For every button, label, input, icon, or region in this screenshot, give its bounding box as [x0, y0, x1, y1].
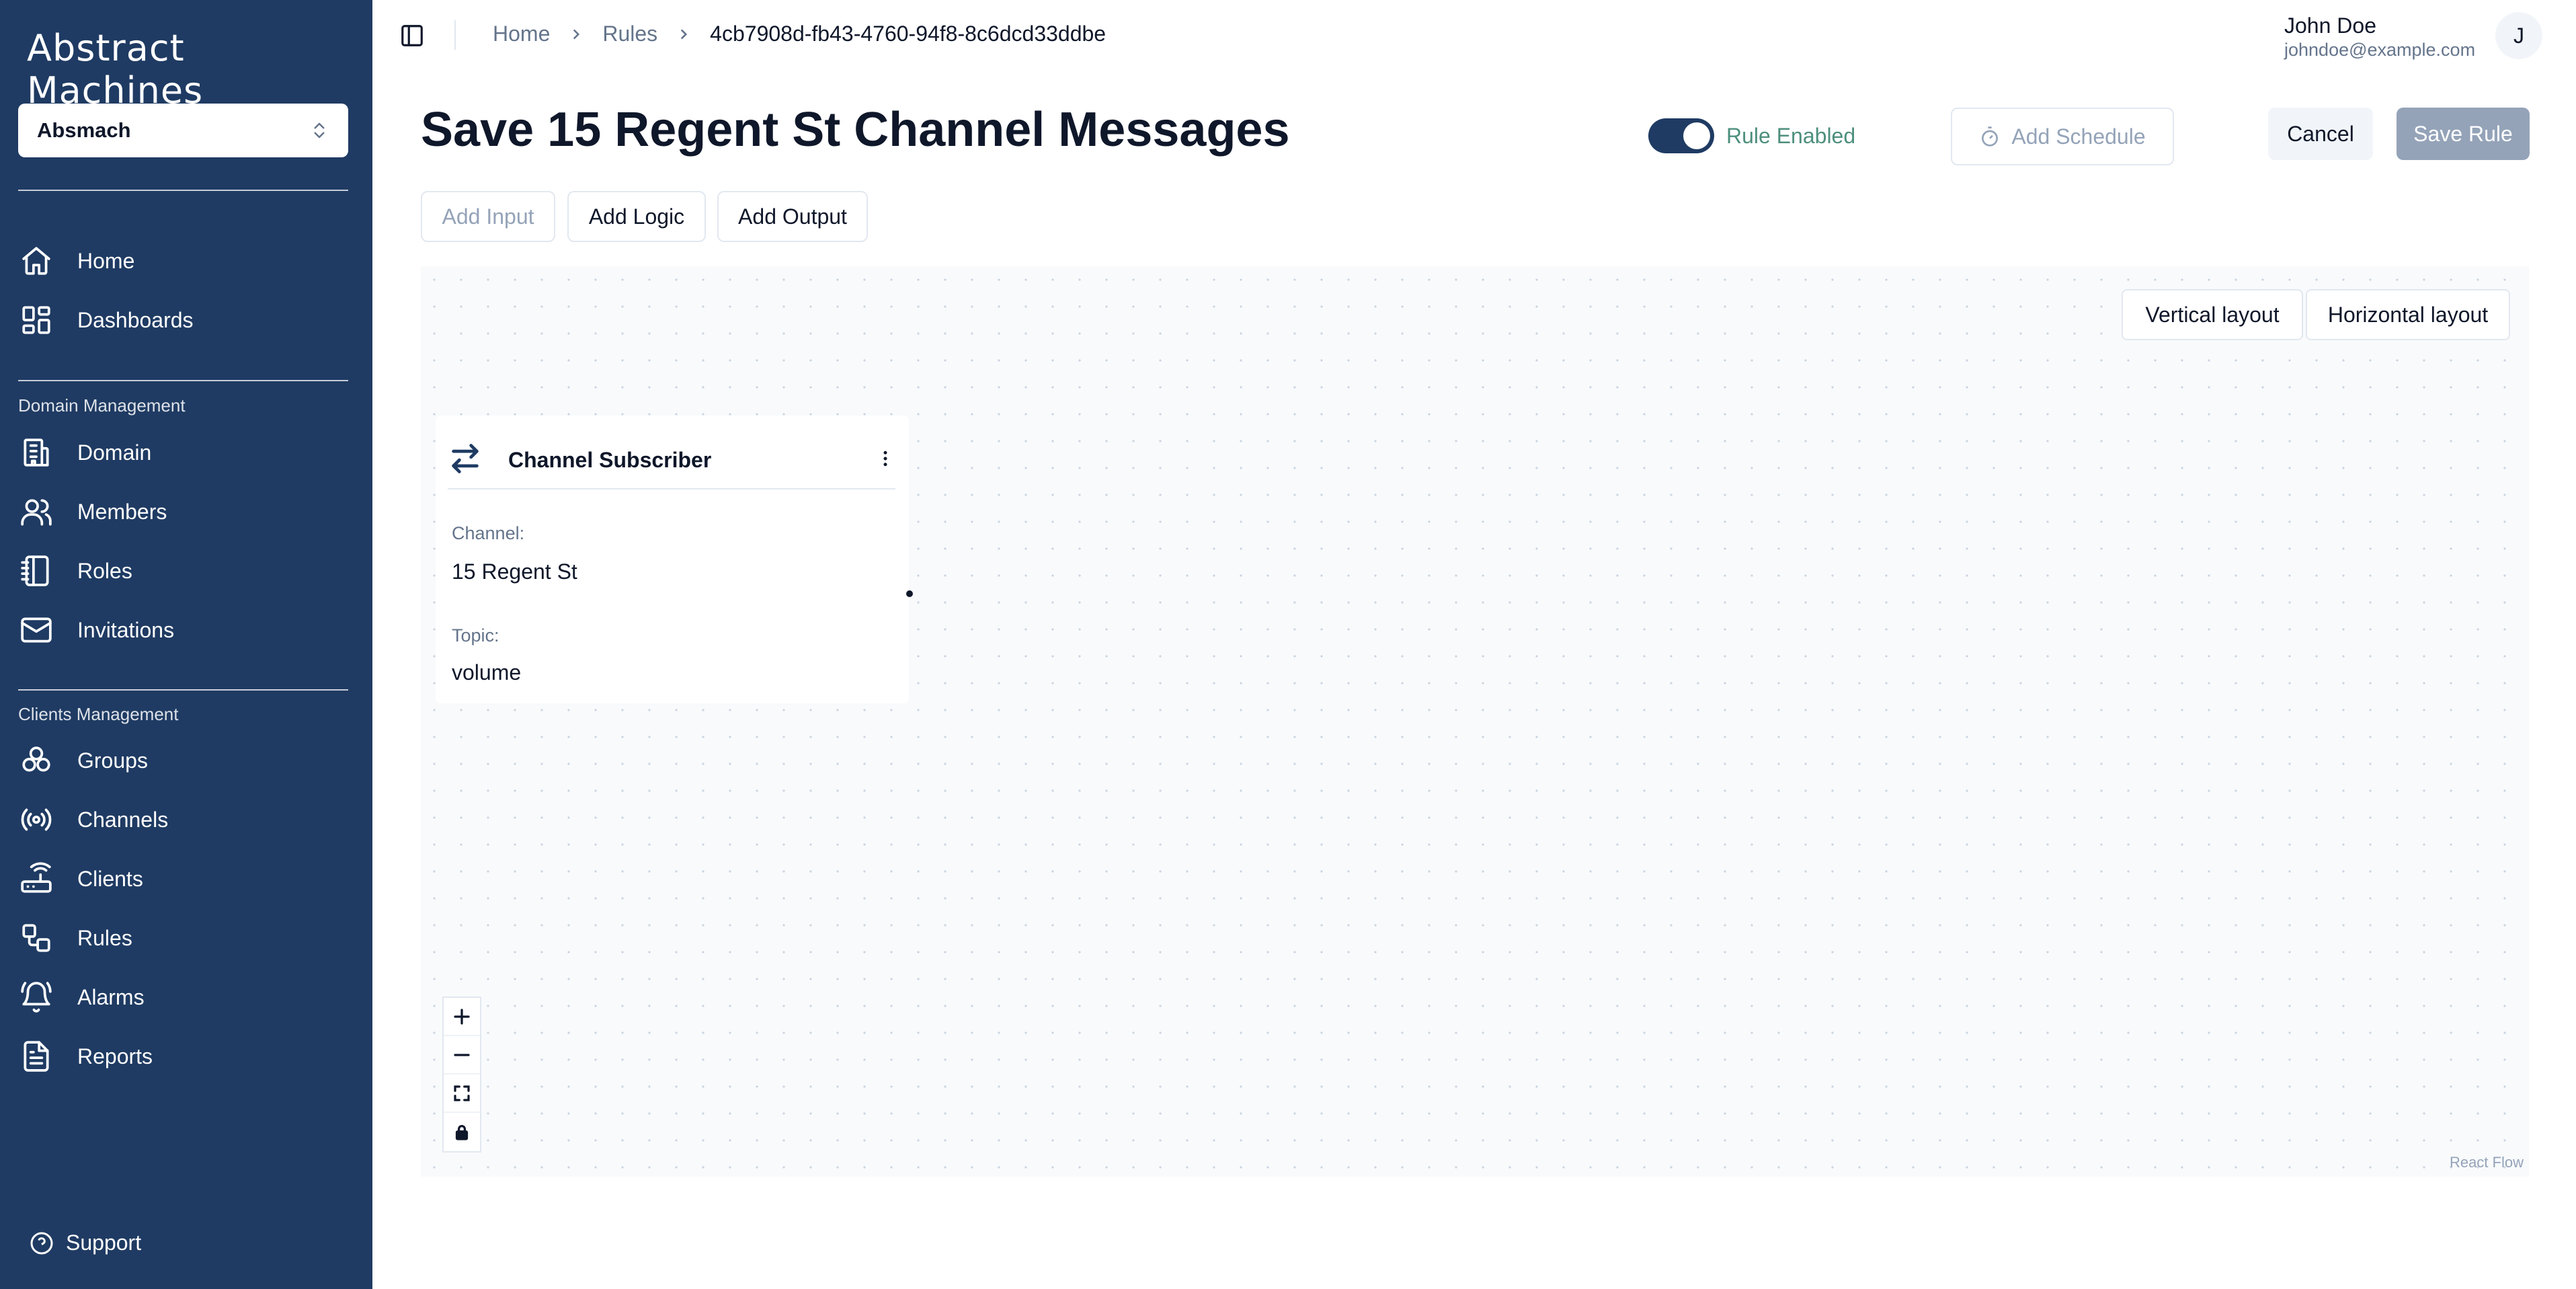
sidebar-item-groups[interactable]: Groups — [18, 737, 348, 784]
breadcrumb-home[interactable]: Home — [493, 22, 550, 46]
sidebar-item-label: Clients — [77, 866, 143, 891]
section-label-clients: Clients Management — [18, 704, 179, 724]
sidebar-item-alarms[interactable]: Alarms — [18, 974, 348, 1021]
page-title: Save 15 Regent St Channel Messages — [421, 103, 1290, 157]
plus-icon — [454, 1008, 470, 1025]
lock-icon — [455, 1124, 469, 1140]
sidebar-item-label: Dashboards — [77, 307, 194, 332]
sidebar: Abstract Machines Absmach Home Dashboard… — [0, 0, 372, 1289]
add-output-button[interactable]: Add Output — [717, 191, 868, 242]
flow-controls — [442, 997, 481, 1153]
app-root: Abstract Machines Absmach Home Dashboard… — [0, 0, 2576, 1289]
bell-icon — [18, 979, 54, 1015]
channel-subscriber-node[interactable]: Channel Subscriber Channel: 15 Regent St… — [436, 416, 909, 703]
brand-logo: Abstract Machines — [27, 27, 204, 112]
sidebar-item-label: Alarms — [77, 984, 145, 1009]
org-selector-value: Absmach — [37, 118, 131, 142]
rule-enabled-toggle[interactable] — [1648, 118, 1714, 153]
chevron-right-icon — [675, 26, 692, 43]
sidebar-item-label: Reports — [77, 1044, 153, 1068]
node-output-handle[interactable] — [906, 590, 913, 597]
node-title: Channel Subscriber — [508, 447, 712, 472]
sidebar-item-label: Invitations — [77, 617, 175, 642]
add-logic-button[interactable]: Add Logic — [567, 191, 706, 242]
node-header: Channel Subscriber — [448, 432, 895, 490]
minus-icon — [454, 1053, 470, 1056]
breadcrumb-rules[interactable]: Rules — [602, 22, 657, 46]
section-label-domain: Domain Management — [18, 395, 186, 416]
support-link[interactable]: Support — [30, 1231, 141, 1255]
router-icon — [18, 861, 54, 897]
channel-label: Channel: — [452, 523, 525, 543]
topic-value: volume — [452, 660, 522, 685]
sidebar-divider — [18, 190, 348, 191]
sidebar-divider — [18, 689, 348, 691]
sidebar-item-clients[interactable]: Clients — [18, 855, 348, 902]
vertical-layout-button[interactable]: Vertical layout — [2122, 289, 2303, 340]
more-vertical-icon[interactable] — [875, 448, 895, 472]
user-info[interactable]: John Doe johndoe@example.com — [2284, 13, 2475, 61]
sidebar-item-label: Roles — [77, 558, 132, 583]
notebook-icon — [18, 553, 54, 589]
report-icon — [18, 1038, 54, 1075]
save-rule-button[interactable]: Save Rule — [2397, 108, 2530, 160]
zoom-in-button[interactable] — [444, 998, 480, 1036]
chevron-right-icon — [567, 26, 585, 43]
sidebar-item-invitations[interactable]: Invitations — [18, 607, 348, 654]
sidebar-item-roles[interactable]: Roles — [18, 547, 348, 594]
zoom-out-button[interactable] — [444, 1036, 480, 1075]
sidebar-item-dashboards[interactable]: Dashboards — [18, 297, 348, 344]
help-circle-icon — [30, 1232, 53, 1254]
sidebar-item-label: Channels — [77, 807, 169, 832]
add-input-button[interactable]: Add Input — [421, 191, 555, 242]
users-icon — [18, 494, 54, 530]
groups-icon — [18, 742, 54, 779]
breadcrumb-current: 4cb7908d-fb43-4760-94f8-8c6dcd33ddbe — [710, 22, 1106, 46]
sidebar-item-label: Rules — [77, 925, 132, 950]
add-schedule-button[interactable]: Add Schedule — [1951, 108, 2174, 165]
sidebar-toggle-button[interactable] — [399, 23, 425, 48]
fit-view-button[interactable] — [444, 1075, 480, 1113]
cancel-button[interactable]: Cancel — [2268, 108, 2373, 160]
add-schedule-label: Add Schedule — [2011, 124, 2146, 149]
react-flow-attribution[interactable]: React Flow — [2450, 1154, 2524, 1171]
chevrons-up-down-icon — [314, 122, 325, 139]
lock-button[interactable] — [444, 1113, 480, 1151]
flow-canvas[interactable]: Vertical layout Horizontal layout Channe… — [421, 266, 2529, 1177]
user-email: johndoe@example.com — [2284, 40, 2476, 60]
sidebar-item-members[interactable]: Members — [18, 488, 348, 535]
dashboard-icon — [18, 302, 54, 338]
sidebar-item-label: Members — [77, 499, 167, 524]
sidebar-item-home[interactable]: Home — [18, 237, 348, 284]
fit-view-icon — [454, 1085, 470, 1101]
panel-left-icon — [401, 25, 423, 46]
sidebar-item-label: Groups — [77, 748, 148, 773]
sidebar-divider — [18, 380, 348, 381]
timer-icon — [1982, 126, 1999, 147]
arrows-left-right-icon — [448, 441, 483, 479]
channel-value: 15 Regent St — [452, 559, 577, 584]
horizontal-layout-button[interactable]: Horizontal layout — [2306, 289, 2510, 340]
org-selector[interactable]: Absmach — [18, 104, 348, 157]
sidebar-item-domain[interactable]: Domain — [18, 429, 348, 476]
building-icon — [18, 434, 54, 471]
sidebar-item-channels[interactable]: Channels — [18, 796, 348, 843]
topic-label: Topic: — [452, 625, 499, 646]
sidebar-item-reports[interactable]: Reports — [18, 1033, 348, 1080]
mail-icon — [18, 612, 54, 648]
rule-enabled-toggle-group: Rule Enabled — [1648, 118, 1855, 153]
avatar[interactable]: J — [2495, 12, 2542, 59]
topbar-separator — [454, 20, 456, 50]
rule-enabled-label: Rule Enabled — [1726, 123, 1856, 148]
sidebar-item-label: Home — [77, 248, 135, 273]
breadcrumb: Home Rules 4cb7908d-fb43-4760-94f8-8c6dc… — [493, 22, 1106, 46]
radio-icon — [18, 802, 54, 838]
sidebar-item-label: Domain — [77, 440, 152, 465]
home-icon — [18, 243, 54, 279]
sidebar-item-rules[interactable]: Rules — [18, 914, 348, 962]
user-name: John Doe — [2284, 13, 2376, 38]
workflow-icon — [18, 920, 54, 956]
support-label: Support — [66, 1231, 142, 1255]
toggle-knob — [1683, 122, 1710, 149]
